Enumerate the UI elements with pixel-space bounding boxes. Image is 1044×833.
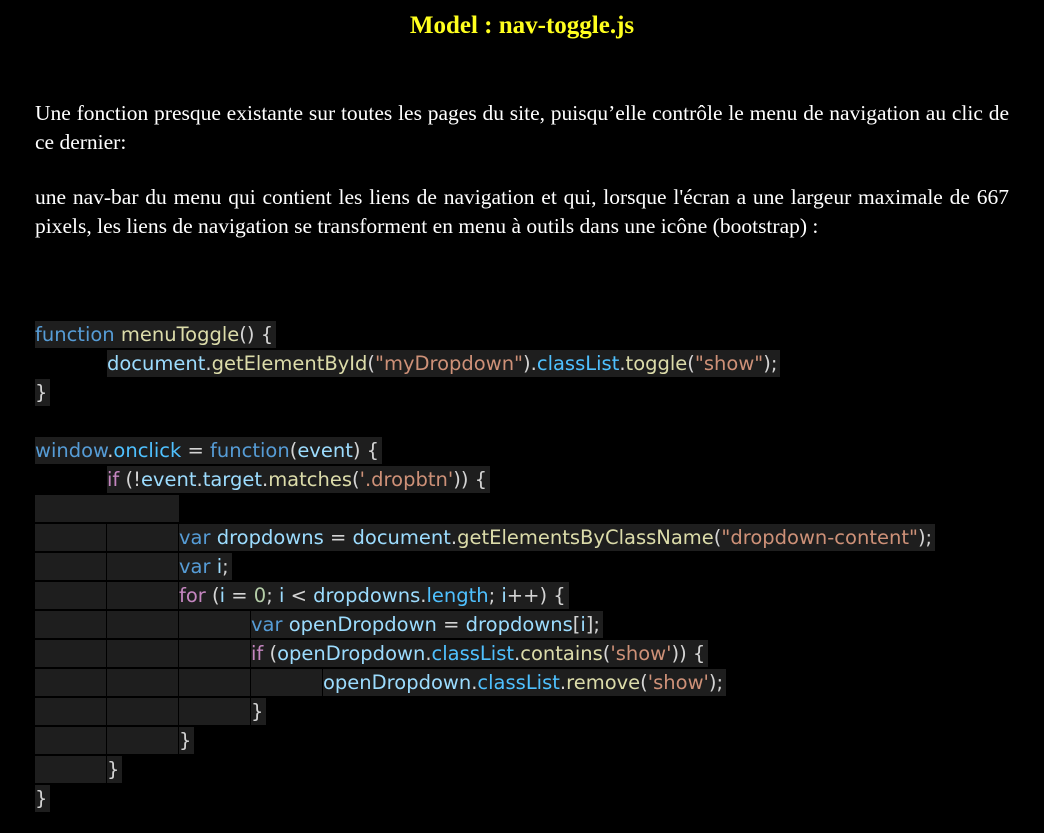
code-text: var dropdowns = document.getElementsByCl… <box>179 524 936 551</box>
code-indent <box>107 669 179 696</box>
code-indent <box>179 698 251 725</box>
code-indent <box>107 582 179 609</box>
code-line: for (i = 0; i < dropdowns.length; i++) { <box>35 582 935 611</box>
code-text: } <box>179 727 195 754</box>
code-text: var openDropdown = dropdowns[i]; <box>251 611 603 638</box>
code-text: function menuToggle() { <box>35 321 277 348</box>
page-title: Model : nav-toggle.js <box>409 12 635 39</box>
code-text: for (i = 0; i < dropdowns.length; i++) { <box>179 582 569 609</box>
code-line: var dropdowns = document.getElementsByCl… <box>35 524 936 553</box>
code-text: } <box>35 379 51 406</box>
code-indent <box>107 524 179 551</box>
code-line: var openDropdown = dropdowns[i]; <box>35 611 935 640</box>
code-indent <box>35 756 107 783</box>
code-indent <box>107 698 179 725</box>
code-indent <box>35 727 107 754</box>
code-text: } <box>35 785 51 812</box>
code-indent <box>35 582 107 609</box>
navbar-description-paragraph: une nav-bar du menu qui contient les lie… <box>35 185 1009 238</box>
code-indent <box>35 495 179 522</box>
code-indent <box>35 669 107 696</box>
code-indent <box>35 611 107 638</box>
code-text: openDropdown.classList.remove('show'); <box>323 669 727 696</box>
code-text: window.onclick = function(event) { <box>35 437 383 464</box>
code-line: openDropdown.classList.remove('show'); <box>35 669 935 698</box>
code-indent <box>107 611 179 638</box>
code-line: } <box>35 727 935 756</box>
code-indent <box>35 524 107 551</box>
code-line: } <box>35 756 935 785</box>
code-line: function menuToggle() { <box>35 321 935 350</box>
code-line: document.getElementById("myDropdown").cl… <box>35 350 935 379</box>
code-indent <box>107 727 179 754</box>
code-line <box>35 495 935 524</box>
code-text: } <box>107 756 123 783</box>
code-indent <box>179 669 251 696</box>
code-line: var i; <box>35 553 935 582</box>
code-text: } <box>251 698 267 725</box>
code-line: if (!event.target.matches('.dropbtn')) { <box>35 466 935 495</box>
code-indent <box>107 640 179 667</box>
code-indent <box>251 669 323 696</box>
code-text: if (!event.target.matches('.dropbtn')) { <box>107 466 491 493</box>
code-indent <box>107 553 179 580</box>
code-indent <box>179 640 251 667</box>
code-indent <box>179 611 251 638</box>
code-line: if (openDropdown.classList.contains('sho… <box>35 640 935 669</box>
code-line: } <box>35 698 935 727</box>
code-indent <box>35 553 107 580</box>
code-text: if (openDropdown.classList.contains('sho… <box>251 640 709 667</box>
intro-paragraph: Une fonction presque existante sur toute… <box>35 101 1009 154</box>
code-line: window.onclick = function(event) { <box>35 437 935 466</box>
code-text: var i; <box>179 553 232 580</box>
code-text: document.getElementById("myDropdown").cl… <box>107 350 781 377</box>
code-block: function menuToggle() {document.getEleme… <box>35 321 936 814</box>
code-indent <box>35 640 107 667</box>
code-indent <box>35 698 107 725</box>
code-line: } <box>35 785 935 814</box>
code-line: } <box>35 379 935 408</box>
